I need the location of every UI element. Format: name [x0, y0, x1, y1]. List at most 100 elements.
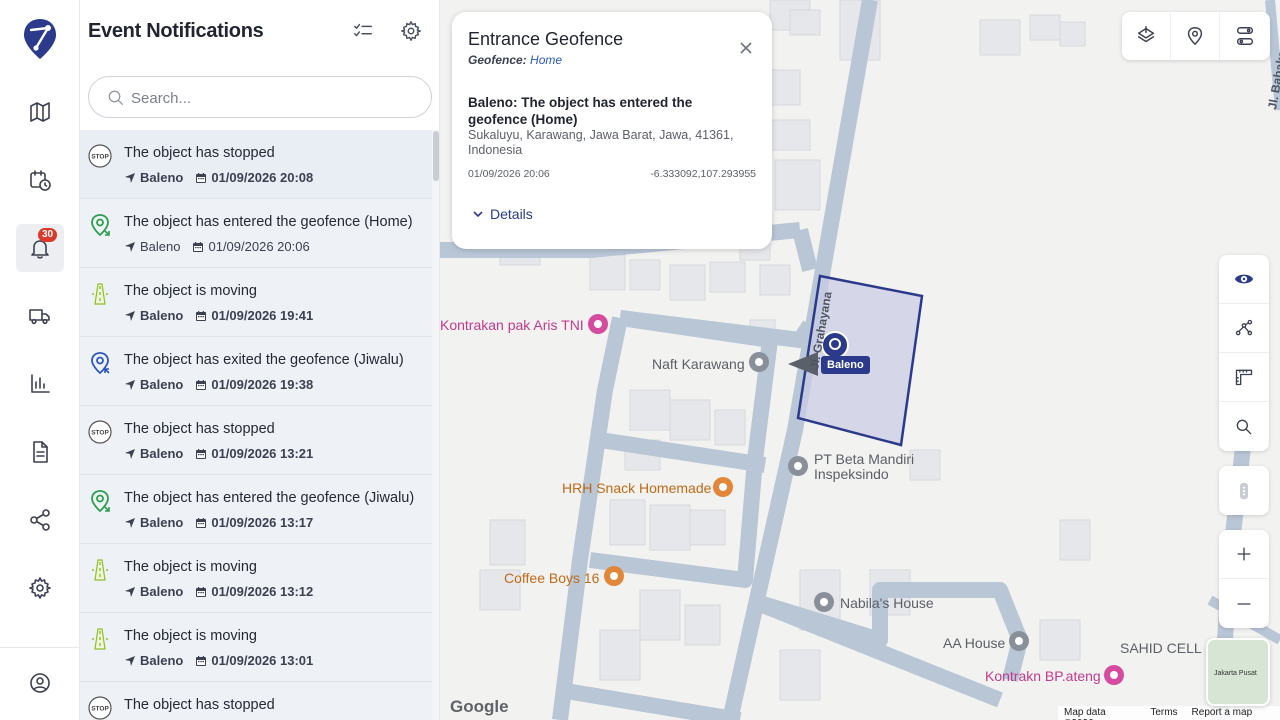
search-icon: [108, 90, 124, 106]
event-notification-item[interactable]: The object is moving Baleno 01/09/2026 19:…: [80, 268, 432, 337]
nav-vehicles[interactable]: [16, 292, 64, 340]
geofence-enter-icon: [88, 213, 112, 237]
app: 30 Event Notifications Search... STOP Th…: [0, 0, 1280, 720]
report-error-link[interactable]: Report a map error: [1192, 707, 1274, 720]
vehicle-label: Baleno: [821, 356, 870, 374]
zoom-out-button[interactable]: [1219, 579, 1269, 628]
poi-label-kontrakn-bp-ateng: Kontrakn BP.ateng: [985, 668, 1101, 684]
stop-icon: STOP: [88, 144, 112, 168]
user-circle-icon: [30, 673, 50, 693]
place-pin-icon[interactable]: [1009, 631, 1029, 651]
stop-icon: STOP: [88, 696, 112, 720]
nav-history[interactable]: [16, 156, 64, 204]
event-notification-item[interactable]: STOP The object has stopped Baleno 01/09/20…: [80, 406, 432, 475]
calendar-clock-icon: [30, 170, 51, 191]
nav-map[interactable]: [16, 88, 64, 136]
place-pin-icon[interactable]: [788, 456, 808, 476]
event-title: The object is moving: [124, 559, 257, 575]
nav-settings[interactable]: [16, 564, 64, 612]
event-vehicle: Baleno: [140, 653, 184, 668]
svg-text:STOP: STOP: [91, 706, 109, 713]
navigation-arrow-icon: [125, 517, 135, 528]
visibility-button[interactable]: [1219, 255, 1269, 304]
calendar-icon: [196, 655, 207, 666]
poi-label-naft-karawang: Naft Karawang: [652, 356, 745, 372]
event-title: The object has stopped: [124, 145, 275, 161]
route-button[interactable]: [1220, 12, 1269, 60]
event-notification-item[interactable]: STOP The object has stopped Baleno 01/09/20…: [80, 130, 432, 199]
polyline-button[interactable]: [1219, 304, 1269, 353]
nav-share[interactable]: [16, 496, 64, 544]
nav-reports-chart[interactable]: [16, 360, 64, 408]
event-title: The object has exited the geofence (Jiwa…: [124, 352, 404, 368]
navigation-arrow-icon: [125, 448, 135, 459]
popup-coordinates[interactable]: -6.333092,107.293955: [650, 168, 756, 180]
event-vehicle: Baleno: [140, 308, 184, 323]
event-meta: Baleno 01/09/2026 13:01: [124, 653, 313, 668]
map-toolbar: [1122, 12, 1270, 60]
search-map-button[interactable]: [1219, 402, 1269, 451]
app-logo[interactable]: [22, 18, 58, 60]
event-meta: Baleno 01/09/2026 13:21: [124, 446, 313, 461]
gear-icon: [401, 21, 421, 41]
place-pin-icon[interactable]: [814, 592, 834, 612]
minimap-thumbnail[interactable]: Jakarta Pusat: [1206, 638, 1270, 706]
event-vehicle: Baleno: [140, 515, 184, 530]
svg-text:STOP: STOP: [91, 430, 109, 437]
calendar-icon: [196, 379, 207, 390]
cafe-pin-icon[interactable]: [604, 566, 624, 586]
scrollbar-thumb[interactable]: [433, 131, 439, 181]
event-title: The object is moving: [124, 628, 257, 644]
nav-account[interactable]: [16, 659, 64, 707]
details-toggle[interactable]: Details: [472, 206, 533, 222]
map-layers-button[interactable]: [1122, 12, 1171, 60]
place-pin-icon[interactable]: [749, 352, 769, 372]
geofence-name-link[interactable]: Home: [530, 53, 562, 67]
event-notification-item[interactable]: STOP The object has stopped: [80, 682, 432, 720]
checklist-icon: [354, 23, 372, 37]
event-title: The object is moving: [124, 283, 257, 299]
zoom-in-button[interactable]: [1219, 530, 1269, 579]
mark-all-read-button[interactable]: [352, 20, 376, 44]
search-input[interactable]: [131, 87, 411, 109]
map-tools-group: [1219, 255, 1269, 451]
event-meta: Baleno 01/09/2026 13:12: [124, 584, 313, 599]
nav-rail: 30: [0, 0, 80, 720]
rail-divider: [0, 647, 80, 648]
event-notification-item[interactable]: The object has exited the geofence (Jiwa…: [80, 337, 432, 406]
nav-notifications[interactable]: 30: [16, 224, 64, 272]
event-title: The object has stopped: [124, 421, 275, 437]
poi-label-nabilas-house: Nabila's House: [840, 595, 934, 611]
location-button[interactable]: [1171, 12, 1220, 60]
notification-settings-button[interactable]: [400, 20, 424, 44]
chevron-down-icon: [473, 211, 483, 218]
event-notification-item[interactable]: The object has entered the geofence (Jiw…: [80, 475, 432, 544]
polyline-icon: [1235, 319, 1253, 336]
navigation-arrow-icon: [125, 241, 135, 252]
panel-title: Event Notifications: [88, 20, 264, 42]
lodging-pin-icon[interactable]: [1104, 665, 1124, 685]
traffic-button[interactable]: [1219, 466, 1269, 515]
navigation-arrow-icon: [125, 310, 135, 321]
location-pin-icon: [1187, 27, 1203, 45]
food-pin-icon[interactable]: [713, 477, 733, 497]
event-datetime: 01/09/2026 19:41: [211, 308, 314, 323]
terms-link[interactable]: Terms: [1150, 707, 1177, 719]
details-label: Details: [490, 206, 533, 222]
event-notification-item[interactable]: The object is moving Baleno 01/09/2026 13:…: [80, 613, 432, 682]
event-list-scrollbar[interactable]: [432, 130, 439, 720]
lodging-pin-icon[interactable]: [588, 314, 608, 334]
poi-label-coffee-boys: Coffee Boys 16: [504, 570, 600, 586]
measure-button[interactable]: [1219, 353, 1269, 402]
bar-chart-icon: [31, 374, 50, 393]
document-icon: [33, 441, 48, 463]
event-title: The object has stopped: [124, 697, 275, 713]
popup-geofence-line: Geofence: Home: [468, 53, 562, 67]
event-notification-item[interactable]: The object is moving Baleno 01/09/2026 13:…: [80, 544, 432, 613]
zoom-group: [1219, 530, 1269, 628]
nav-documents[interactable]: [16, 428, 64, 476]
event-notification-item[interactable]: The object has entered the geofence (Hom…: [80, 199, 432, 268]
event-vehicle: Baleno: [140, 584, 184, 599]
event-datetime: 01/09/2026 20:08: [211, 170, 314, 185]
close-icon[interactable]: [738, 40, 754, 56]
